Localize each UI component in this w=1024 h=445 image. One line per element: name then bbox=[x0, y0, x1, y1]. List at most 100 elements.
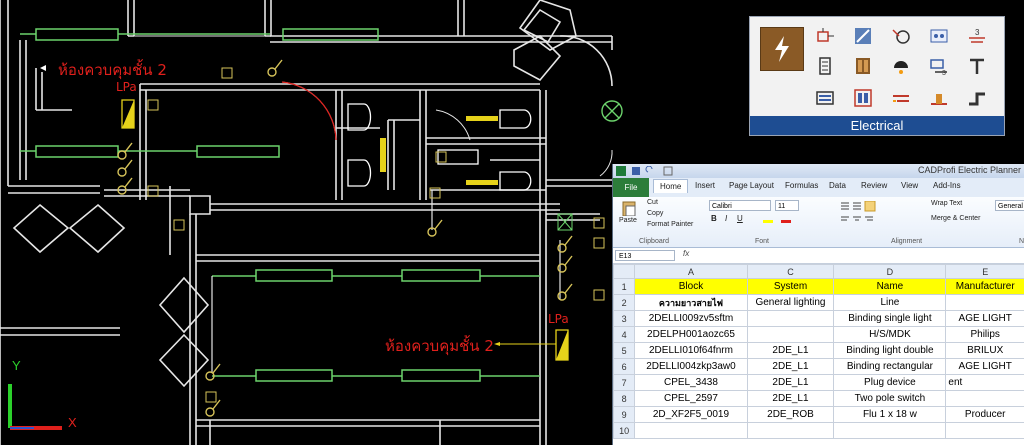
tab-view[interactable]: View bbox=[901, 181, 918, 190]
socket-panel-icon[interactable] bbox=[928, 25, 950, 47]
name-box[interactable]: E13 bbox=[615, 250, 675, 261]
fx-icon[interactable]: fx bbox=[683, 249, 689, 258]
table-cell[interactable]: CPEL_2597 bbox=[634, 390, 748, 407]
lightning-icon[interactable] bbox=[760, 27, 804, 71]
column-header[interactable]: E bbox=[945, 264, 1024, 279]
tab-insert[interactable]: Insert bbox=[695, 181, 715, 190]
motor-icon[interactable] bbox=[890, 25, 912, 47]
table-cell[interactable] bbox=[945, 294, 1024, 311]
table-cell[interactable]: 2D_XF2F5_0019 bbox=[634, 406, 748, 423]
table-cell[interactable]: Philips bbox=[945, 326, 1024, 343]
font-name-select[interactable]: Calibri bbox=[709, 200, 771, 211]
cut-button[interactable]: Cut bbox=[647, 199, 658, 206]
tab-review[interactable]: Review bbox=[861, 181, 887, 190]
number-format-select[interactable]: General bbox=[995, 200, 1024, 211]
tab-add-ins[interactable]: Add-Ins bbox=[933, 181, 961, 190]
riser-icon[interactable] bbox=[966, 87, 988, 109]
select-all-corner[interactable] bbox=[613, 264, 636, 279]
table-cell[interactable]: BRILUX bbox=[945, 342, 1024, 359]
row-header[interactable]: 7 bbox=[613, 374, 636, 391]
table-cell[interactable] bbox=[945, 390, 1024, 407]
table-cell[interactable]: 2DE_L1 bbox=[746, 358, 835, 375]
format-painter-button[interactable]: Format Painter bbox=[647, 221, 693, 228]
row-header[interactable]: 3 bbox=[613, 310, 636, 327]
row-header[interactable]: 8 bbox=[613, 390, 636, 407]
table-cell[interactable] bbox=[746, 422, 835, 439]
spreadsheet-grid[interactable]: A C D E 1 Block System Name Manufacturer… bbox=[613, 264, 1024, 439]
table-cell[interactable]: 2DE_L1 bbox=[746, 390, 835, 407]
column-header[interactable]: D bbox=[833, 264, 947, 279]
table-cell[interactable]: 2DELLI010f64fnrm bbox=[634, 342, 748, 359]
merge-center-button[interactable]: Merge & Center bbox=[931, 215, 980, 222]
column-header[interactable]: C bbox=[746, 264, 835, 279]
italic-button[interactable]: I bbox=[725, 214, 727, 223]
tab-formulas[interactable]: Formulas bbox=[785, 181, 818, 190]
meter-icon[interactable] bbox=[814, 55, 836, 77]
table-cell[interactable] bbox=[634, 422, 748, 439]
switchboard-icon[interactable] bbox=[814, 25, 836, 47]
cable-label-icon[interactable]: 3 bbox=[966, 25, 988, 47]
table-cell[interactable]: AGE LIGHT bbox=[945, 358, 1024, 375]
table-cell[interactable]: CPEL_3438 bbox=[634, 374, 748, 391]
fill-color-icon[interactable] bbox=[763, 214, 797, 223]
paste-button[interactable]: Paste bbox=[619, 217, 637, 224]
table-cell[interactable]: Two pole switch bbox=[833, 390, 947, 407]
column-header[interactable]: A bbox=[634, 264, 748, 279]
row-header[interactable]: 5 bbox=[613, 342, 636, 359]
table-cell[interactable]: Manufacturer bbox=[945, 278, 1024, 295]
table-cell[interactable]: Block bbox=[634, 278, 748, 295]
underline-button[interactable]: U bbox=[737, 214, 743, 223]
table-cell[interactable]: 2DE_L1 bbox=[746, 374, 835, 391]
cabinet-icon[interactable] bbox=[852, 55, 874, 77]
distribution-board-icon[interactable] bbox=[852, 25, 874, 47]
table-cell[interactable]: H/S/MDK bbox=[833, 326, 947, 343]
row-header[interactable]: 6 bbox=[613, 358, 636, 375]
table-cell[interactable]: 2DELLI004zkp3aw0 bbox=[634, 358, 748, 375]
copy-button[interactable]: Copy bbox=[647, 210, 663, 217]
busbar-icon[interactable] bbox=[814, 87, 836, 109]
table-cell[interactable] bbox=[945, 422, 1024, 439]
bold-button[interactable]: B bbox=[711, 214, 717, 223]
table-cell[interactable]: 2DELPH001aozc65 bbox=[634, 326, 748, 343]
tab-data[interactable]: Data bbox=[829, 181, 846, 190]
row-header[interactable]: 2 bbox=[613, 294, 636, 311]
terminal-icon[interactable] bbox=[966, 55, 988, 77]
table-cell[interactable]: 2DELLI009zv5sftm bbox=[634, 310, 748, 327]
table-cell[interactable]: Line bbox=[833, 294, 947, 311]
junction-icon[interactable]: 3 bbox=[928, 55, 950, 77]
table-cell[interactable]: Binding light double bbox=[833, 342, 947, 359]
table-cell[interactable]: Plug device bbox=[833, 374, 947, 391]
table-row: 3 2DELLI009zv5sftm Binding single light … bbox=[613, 310, 1024, 327]
table-cell[interactable] bbox=[833, 422, 947, 439]
grounding-icon[interactable] bbox=[928, 87, 950, 109]
alignment-icons[interactable] bbox=[841, 201, 921, 225]
table-cell[interactable]: ความยาวสายไฟ bbox=[634, 294, 748, 311]
table-cell[interactable]: 2DE_ROB bbox=[746, 406, 835, 423]
table-cell[interactable]: AGE LIGHT bbox=[945, 310, 1024, 327]
table-cell[interactable] bbox=[746, 310, 835, 327]
quick-access-toolbar[interactable] bbox=[616, 166, 676, 176]
table-cell[interactable]: 2DE_L1 bbox=[746, 342, 835, 359]
cable-tray-icon[interactable] bbox=[890, 87, 912, 109]
row-header[interactable]: 10 bbox=[613, 422, 636, 439]
panel-icon[interactable] bbox=[852, 87, 874, 109]
paste-icon[interactable] bbox=[621, 200, 637, 216]
table-cell[interactable]: Producer bbox=[945, 406, 1024, 423]
row-header[interactable]: 9 bbox=[613, 406, 636, 423]
tab-page-layout[interactable]: Page Layout bbox=[729, 181, 774, 190]
row-header[interactable]: 1 bbox=[613, 278, 636, 295]
tab-file[interactable]: File bbox=[613, 178, 649, 197]
table-cell[interactable]: General lighting bbox=[746, 294, 835, 311]
table-cell[interactable]: Binding single light bbox=[833, 310, 947, 327]
table-cell[interactable] bbox=[746, 326, 835, 343]
tab-home[interactable]: Home bbox=[653, 179, 689, 193]
table-cell[interactable]: Flu 1 x 18 w bbox=[833, 406, 947, 423]
table-cell[interactable]: Name bbox=[833, 278, 947, 295]
table-cell[interactable]: System bbox=[746, 278, 835, 295]
table-cell[interactable]: Binding rectangular bbox=[833, 358, 947, 375]
table-cell[interactable]: ent bbox=[945, 374, 1024, 391]
font-size-select[interactable]: 11 bbox=[775, 200, 799, 211]
row-header[interactable]: 4 bbox=[613, 326, 636, 343]
lamp-icon[interactable] bbox=[890, 55, 912, 77]
wrap-text-button[interactable]: Wrap Text bbox=[931, 200, 962, 207]
